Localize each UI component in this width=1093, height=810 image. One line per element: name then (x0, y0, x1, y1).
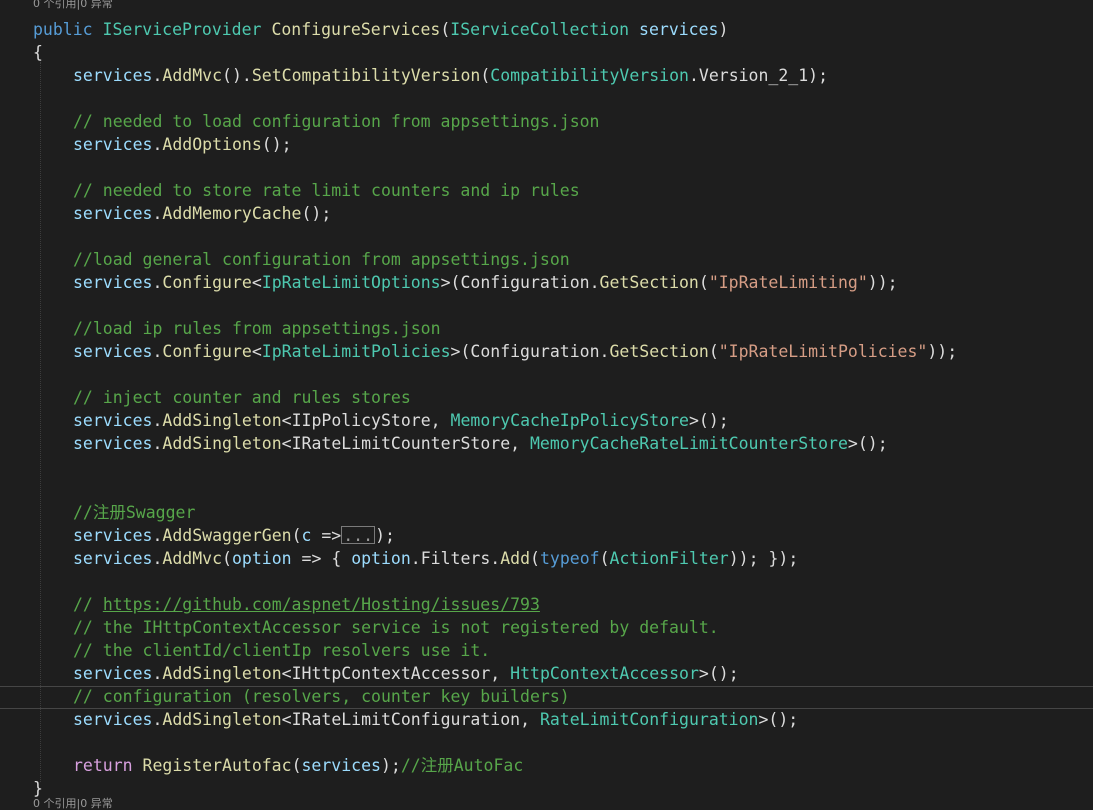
value-version-2-1: Version_2_1 (698, 66, 809, 85)
method-add-singleton: AddSingleton (162, 664, 282, 683)
code-line-add-mvc-filter[interactable]: services.AddMvc(option => { option.Filte… (73, 547, 798, 570)
type-memory-cache-rate-limit-counter-store: MemoryCacheRateLimitCounterStore (530, 434, 848, 453)
string-ip-rate-limiting: "IpRateLimiting" (708, 273, 868, 292)
code-line-counter-store[interactable]: services.AddSingleton<IRateLimitCounterS… (73, 432, 888, 455)
method-add-singleton: AddSingleton (162, 710, 282, 729)
method-configure-services: ConfigureServices (271, 20, 441, 39)
var-services: services (73, 710, 153, 729)
var-configuration: Configuration (460, 273, 590, 292)
type-http-context-accessor: HttpContextAccessor (510, 664, 699, 683)
method-add-mvc: AddMvc (162, 66, 223, 85)
code-line-rate-limit-configuration[interactable]: services.AddSingleton<IRateLimitConfigur… (73, 708, 798, 731)
comment-cache[interactable]: // needed to store rate limit counters a… (73, 179, 580, 202)
method-get-section: GetSection (609, 342, 709, 361)
param-services: services (639, 20, 719, 39)
method-add-singleton: AddSingleton (162, 434, 282, 453)
string-ip-rate-limit-policies: "IpRateLimitPolicies" (718, 342, 928, 361)
code-line-signature[interactable]: public IServiceProvider ConfigureService… (33, 18, 728, 41)
type-irate-limit-counter-store: IRateLimitCounterStore (291, 434, 511, 453)
open-brace: { (33, 43, 43, 62)
param-option: option (231, 549, 292, 568)
comment-autofac: //注册AutoFac (400, 756, 524, 775)
codelens-references[interactable]: 0 个引用|0 异常 (33, 0, 113, 10)
keyword-public: public (33, 20, 93, 39)
method-add-swagger-gen: AddSwaggerGen (162, 526, 292, 545)
prop-filters: Filters (420, 549, 491, 568)
code-line-configure-policies[interactable]: services.Configure<IpRateLimitPolicies>(… (73, 340, 957, 363)
comment-configuration[interactable]: // configuration (resolvers, counter key… (73, 685, 570, 708)
method-add: Add (500, 549, 531, 568)
var-services: services (73, 411, 153, 430)
method-configure: Configure (162, 273, 252, 292)
var-services: services (73, 135, 153, 154)
code-line-configure-options[interactable]: services.Configure<IpRateLimitOptions>(C… (73, 271, 898, 294)
method-configure: Configure (162, 342, 252, 361)
comment-options[interactable]: // needed to load configuration from app… (73, 110, 600, 133)
method-add-options: AddOptions (162, 135, 262, 154)
code-line-return[interactable]: return RegisterAutofac(services);//注册Aut… (73, 754, 523, 777)
code-line-policy-store[interactable]: services.AddSingleton<IIpPolicyStore, Me… (73, 409, 729, 432)
type-iip-policy-store: IIpPolicyStore (291, 411, 431, 430)
var-services: services (73, 273, 153, 292)
method-set-compatibility-version: SetCompatibilityVersion (251, 66, 481, 85)
param-services: services (301, 756, 381, 775)
code-line-add-options[interactable]: services.AddOptions(); (73, 133, 292, 156)
param-c: c (301, 526, 312, 545)
keyword-return: return (73, 756, 133, 775)
comment-ip-rules[interactable]: //load ip rules from appsettings.json (73, 317, 441, 340)
type-compatibility-version: CompatibilityVersion (490, 66, 689, 85)
comment-prefix: // (73, 595, 103, 614)
comment-swagger[interactable]: //注册Swagger (73, 501, 195, 524)
github-issue-link[interactable]: https://github.com/aspnet/Hosting/issues… (103, 595, 540, 614)
method-add-mvc: AddMvc (162, 549, 223, 568)
var-services: services (73, 434, 153, 453)
comment-link-line[interactable]: // https://github.com/aspnet/Hosting/iss… (73, 593, 540, 616)
code-line-add-mvc[interactable]: services.AddMvc().SetCompatibilityVersio… (73, 64, 828, 87)
method-register-autofac: RegisterAutofac (142, 756, 292, 775)
keyword-typeof: typeof (539, 549, 600, 568)
code-line-add-memory-cache[interactable]: services.AddMemoryCache(); (73, 202, 331, 225)
type-ip-rate-limit-policies: IpRateLimitPolicies (261, 342, 451, 361)
var-configuration: Configuration (470, 342, 600, 361)
var-services: services (73, 66, 153, 85)
type-memory-cache-ip-policy-store: MemoryCacheIpPolicyStore (450, 411, 689, 430)
code-line-add-swagger-gen[interactable]: services.AddSwaggerGen(c =>...); (73, 524, 395, 547)
type-action-filter: ActionFilter (609, 549, 729, 568)
type-iserviceprovider: IServiceProvider (102, 20, 262, 39)
comment-http-accessor-1[interactable]: // the IHttpContextAccessor service is n… (73, 616, 719, 639)
comment-http-accessor-2[interactable]: // the clientId/clientIp resolvers use i… (73, 639, 490, 662)
comment-general-config[interactable]: //load general configuration from appset… (73, 248, 570, 271)
code-editor[interactable]: 0 个引用|0 异常 public IServiceProvider Confi… (0, 0, 1093, 810)
var-services: services (73, 526, 153, 545)
var-services: services (73, 664, 153, 683)
var-services: services (73, 204, 153, 223)
type-irate-limit-configuration: IRateLimitConfiguration (291, 710, 521, 729)
type-iservicecollection: IServiceCollection (450, 20, 630, 39)
param-option: option (351, 549, 411, 568)
code-line-http-context-accessor[interactable]: services.AddSingleton<IHttpContextAccess… (73, 662, 739, 685)
indent-guide (40, 62, 41, 782)
close-brace: } (33, 779, 43, 798)
var-services: services (73, 342, 153, 361)
method-add-memory-cache: AddMemoryCache (162, 204, 302, 223)
method-add-singleton: AddSingleton (162, 411, 282, 430)
type-ip-rate-limit-options: IpRateLimitOptions (261, 273, 441, 292)
collapsed-region-toggle[interactable]: ... (341, 526, 376, 544)
comment-inject[interactable]: // inject counter and rules stores (73, 386, 411, 409)
type-rate-limit-configuration: RateLimitConfiguration (539, 710, 759, 729)
code-line-open-brace[interactable]: { (33, 41, 43, 64)
method-get-section: GetSection (599, 273, 699, 292)
var-services: services (73, 549, 153, 568)
type-ihttp-context-accessor: IHttpContextAccessor (291, 664, 491, 683)
